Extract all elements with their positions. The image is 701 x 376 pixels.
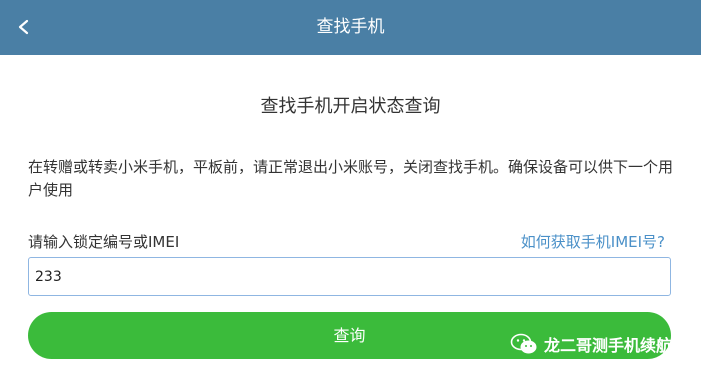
imei-input[interactable] [28, 257, 671, 296]
section-heading: 查找手机开启状态查询 [260, 96, 441, 117]
watermark: 龙二哥测手机续航 [510, 331, 672, 357]
description-text: 在转赠或转卖小米手机，平板前，请正常退出小米账号，关闭查找手机。确保设备可以供下… [28, 158, 674, 199]
top-bar: 查找手机 [0, 0, 701, 55]
watermark-text: 龙二哥测手机续航 [544, 336, 673, 355]
imei-input-label: 请输入锁定编号或IMEI [28, 233, 180, 251]
wechat-icon [510, 333, 537, 354]
imei-help-link[interactable]: 如何获取手机IMEI号? [521, 231, 665, 252]
page-title: 查找手机 [316, 17, 385, 37]
